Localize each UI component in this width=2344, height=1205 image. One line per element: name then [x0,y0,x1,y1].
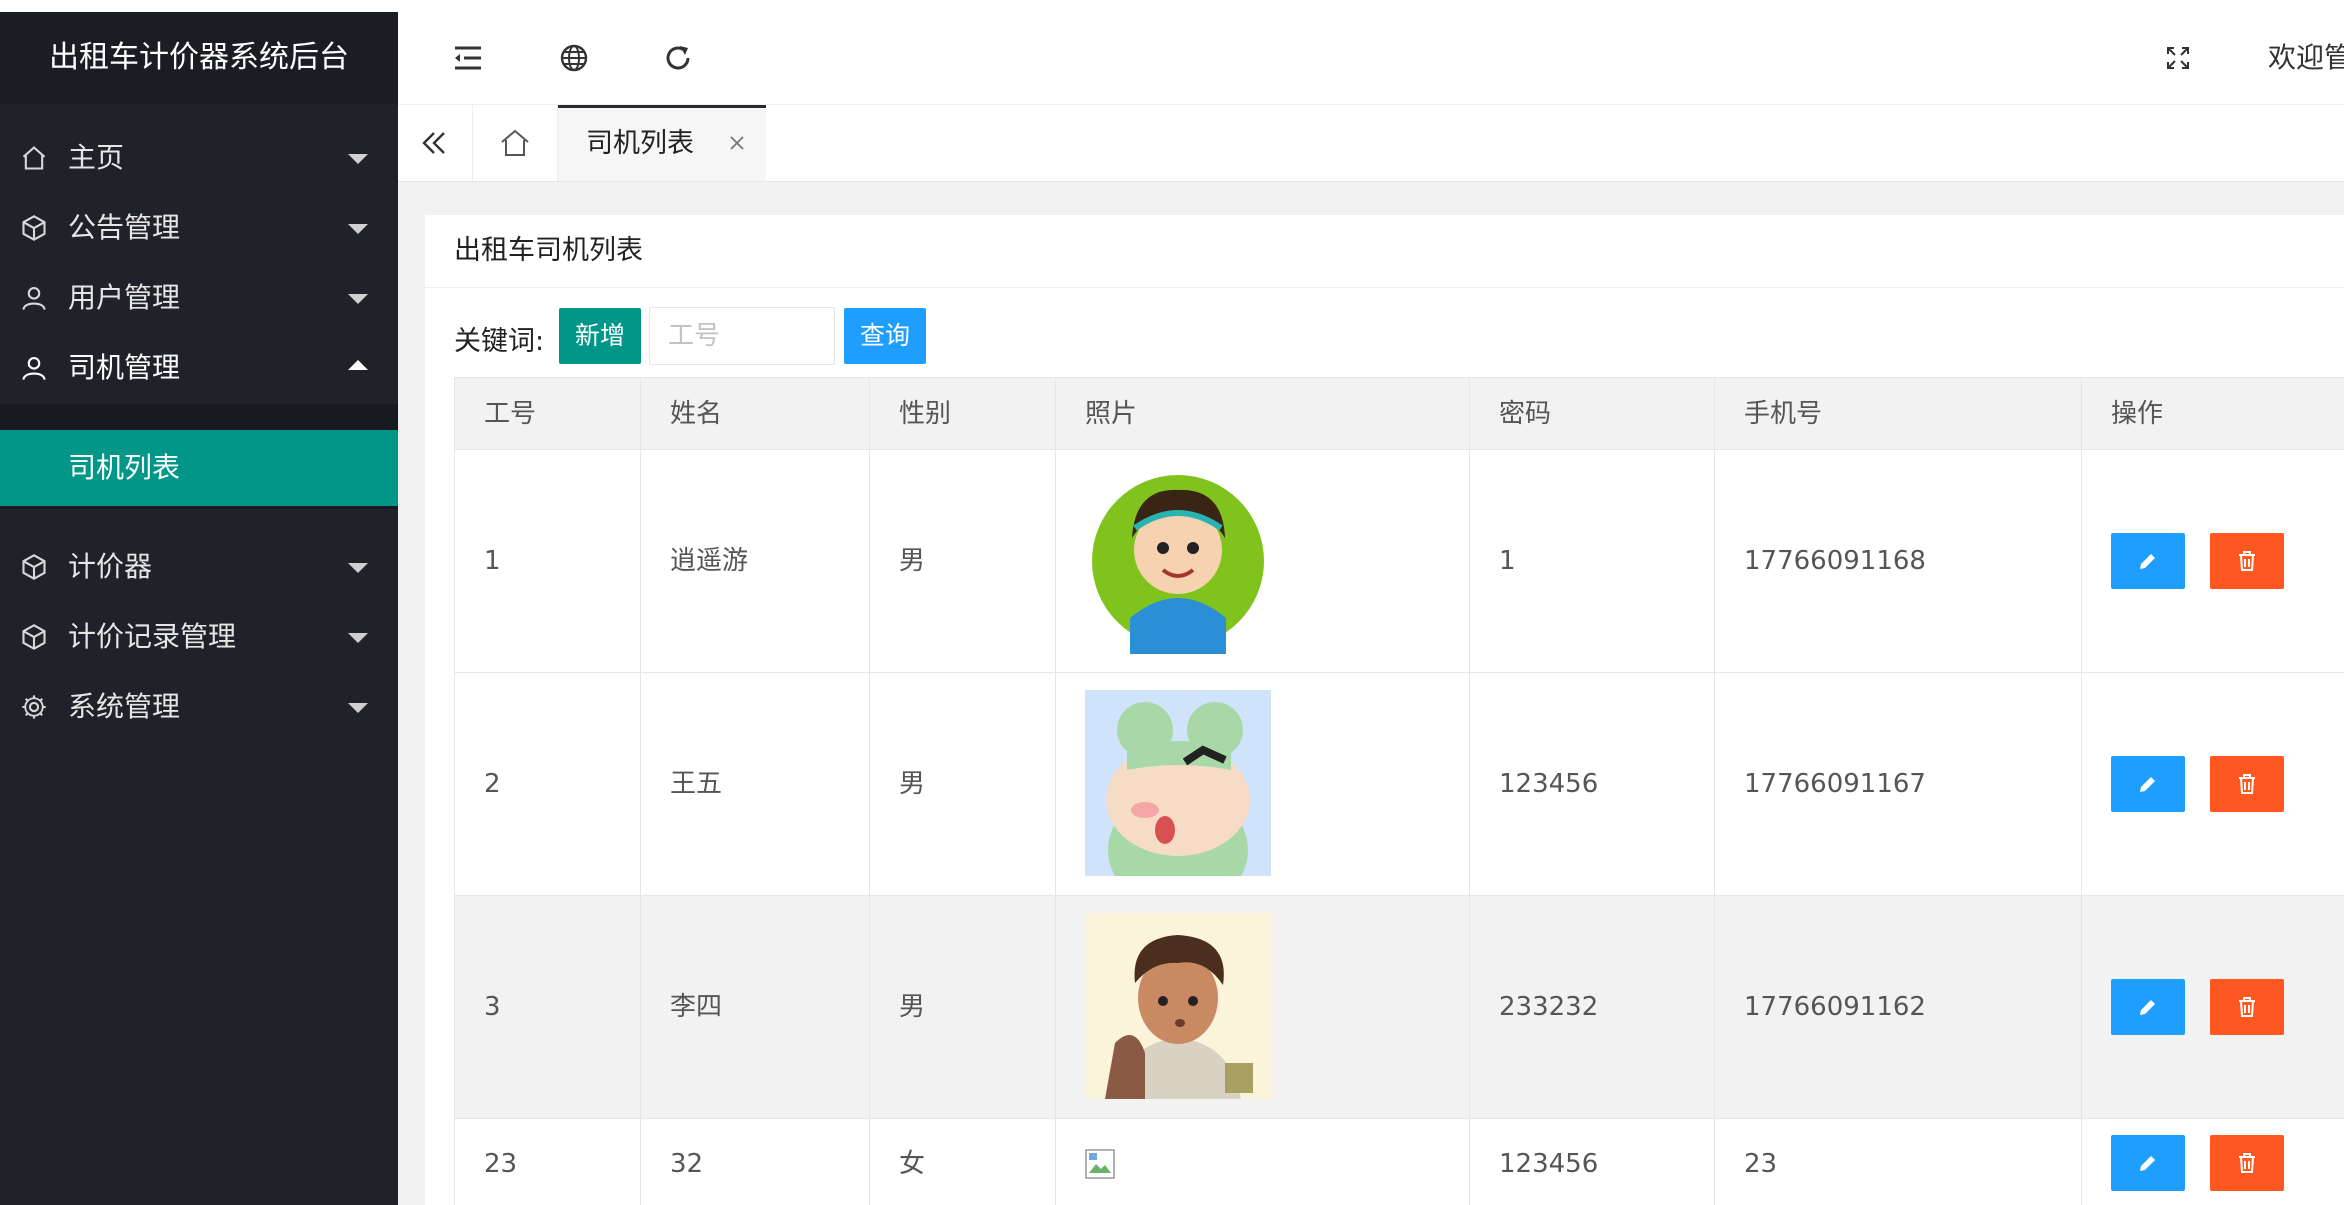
sidebar-item-label: 计价器 [68,550,153,583]
delete-button[interactable] [2210,1135,2284,1191]
sidebar: 出租车计价器系统后台 主页 公告管理 用户管理 司机管理 司机列表 计价器 计价… [0,12,398,1205]
cell-gender: 男 [899,546,926,576]
driver-table: 工号 姓名 性别 照片 密码 手机号 操作 1 逍遥游 男 1 17766091… [454,377,2344,1205]
trash-icon [2239,551,2255,571]
broken-image-icon [1085,1149,1115,1179]
keyword-label: 关键词: [454,326,545,357]
cell-gender: 男 [899,992,926,1022]
user-icon [22,357,46,380]
cell-password: 123456 [1499,1149,1599,1179]
driver-photo [1085,913,1271,1099]
card-header: 出租车司机列表 [425,215,2344,288]
page-title: 出租车司机列表 [454,235,643,266]
delete-button[interactable] [2210,756,2284,812]
tab-driver-list[interactable]: 司机列表 [558,105,766,181]
table-row: 2 王五 男 123456 17766091167 [454,673,2344,896]
caret-up-icon [348,360,368,370]
pencil-icon [2140,1000,2155,1015]
edit-button[interactable] [2111,533,2185,589]
sidebar-subitem-label: 司机列表 [68,451,181,484]
pencil-icon [2140,554,2155,569]
sidebar-item-label: 计价记录管理 [68,620,237,653]
cell-phone: 17766091168 [1744,546,1926,576]
tab-bar: 司机列表 [398,105,2344,182]
trash-icon [2239,774,2255,794]
caret-down-icon [348,224,368,234]
cell-phone: 23 [1744,1149,1778,1179]
cell-id: 2 [484,769,501,799]
home-icon [501,129,529,156]
cell-password: 123456 [1499,769,1599,799]
pencil-icon [2140,1156,2155,1171]
add-button[interactable]: 新增 [559,308,641,364]
tab-home[interactable] [472,105,558,181]
tab-scroll-left-button[interactable] [398,105,473,181]
edit-button[interactable] [2111,979,2185,1035]
sidebar-item-label: 主页 [68,141,125,174]
cell-gender: 女 [899,1149,926,1179]
close-icon[interactable] [726,132,748,154]
caret-down-icon [348,154,368,164]
table-row: 3 李四 男 233232 17766091162 [454,896,2344,1119]
cube-icon [22,624,46,650]
search-input[interactable] [649,307,835,365]
fullscreen-icon[interactable] [2160,40,2196,76]
table-row: 1 逍遥游 男 1 17766091168 [454,450,2344,673]
pencil-icon [2140,777,2155,792]
cell-name: 王五 [670,769,723,799]
tab-label: 司机列表 [586,128,694,159]
sidebar-subitem-driver-list[interactable]: 司机列表 [0,430,398,506]
trash-icon [2239,1153,2255,1173]
gear-icon [22,695,46,719]
caret-down-icon [348,563,368,573]
column-header-id: 工号 [454,378,640,449]
cell-phone: 17766091167 [1744,769,1926,799]
sidebar-item-label: 用户管理 [68,281,181,314]
home-icon [22,146,46,170]
table-header: 工号 姓名 性别 照片 密码 手机号 操作 [454,377,2344,450]
cell-name: 32 [670,1149,704,1179]
column-header-password: 密码 [1469,378,1714,449]
column-header-actions: 操作 [2081,378,2344,449]
cell-password: 1 [1499,546,1516,576]
column-header-phone: 手机号 [1714,378,2081,449]
driver-photo [1085,690,1271,876]
cell-password: 233232 [1499,992,1599,1022]
sidebar-item-label: 系统管理 [68,690,181,723]
trash-icon [2239,997,2255,1017]
user-icon [22,287,46,310]
cell-name: 李四 [670,992,723,1022]
top-header: 欢迎管 [398,12,2344,105]
table-row: 23 32 女 123456 23 [454,1119,2344,1205]
edit-button[interactable] [2111,1135,2185,1191]
column-header-name: 姓名 [640,378,869,449]
double-chevron-left-icon [422,132,445,154]
refresh-icon[interactable] [660,40,696,76]
cell-id: 23 [484,1149,518,1179]
caret-down-icon [348,703,368,713]
cube-icon [22,215,46,241]
driver-photo [1092,475,1264,654]
welcome-text[interactable]: 欢迎管 [2268,38,2344,78]
delete-button[interactable] [2210,979,2284,1035]
query-button[interactable]: 查询 [844,308,926,364]
sidebar-item-system[interactable]: 系统管理 [0,653,398,758]
cell-name: 逍遥游 [670,546,749,576]
column-header-gender: 性别 [869,378,1055,449]
sidebar-item-label: 公告管理 [68,211,181,244]
delete-button[interactable] [2210,533,2284,589]
cell-id: 1 [484,546,501,576]
column-header-photo: 照片 [1055,378,1469,449]
caret-down-icon [348,294,368,304]
cell-id: 3 [484,992,501,1022]
caret-down-icon [348,633,368,643]
edit-button[interactable] [2111,756,2185,812]
menu-fold-icon[interactable] [450,40,486,76]
sidebar-item-label: 司机管理 [68,351,181,384]
cell-gender: 男 [899,769,926,799]
cell-phone: 17766091162 [1744,992,1926,1022]
cube-icon [22,554,46,580]
globe-icon[interactable] [556,40,592,76]
app-title: 出租车计价器系统后台 [0,12,398,104]
